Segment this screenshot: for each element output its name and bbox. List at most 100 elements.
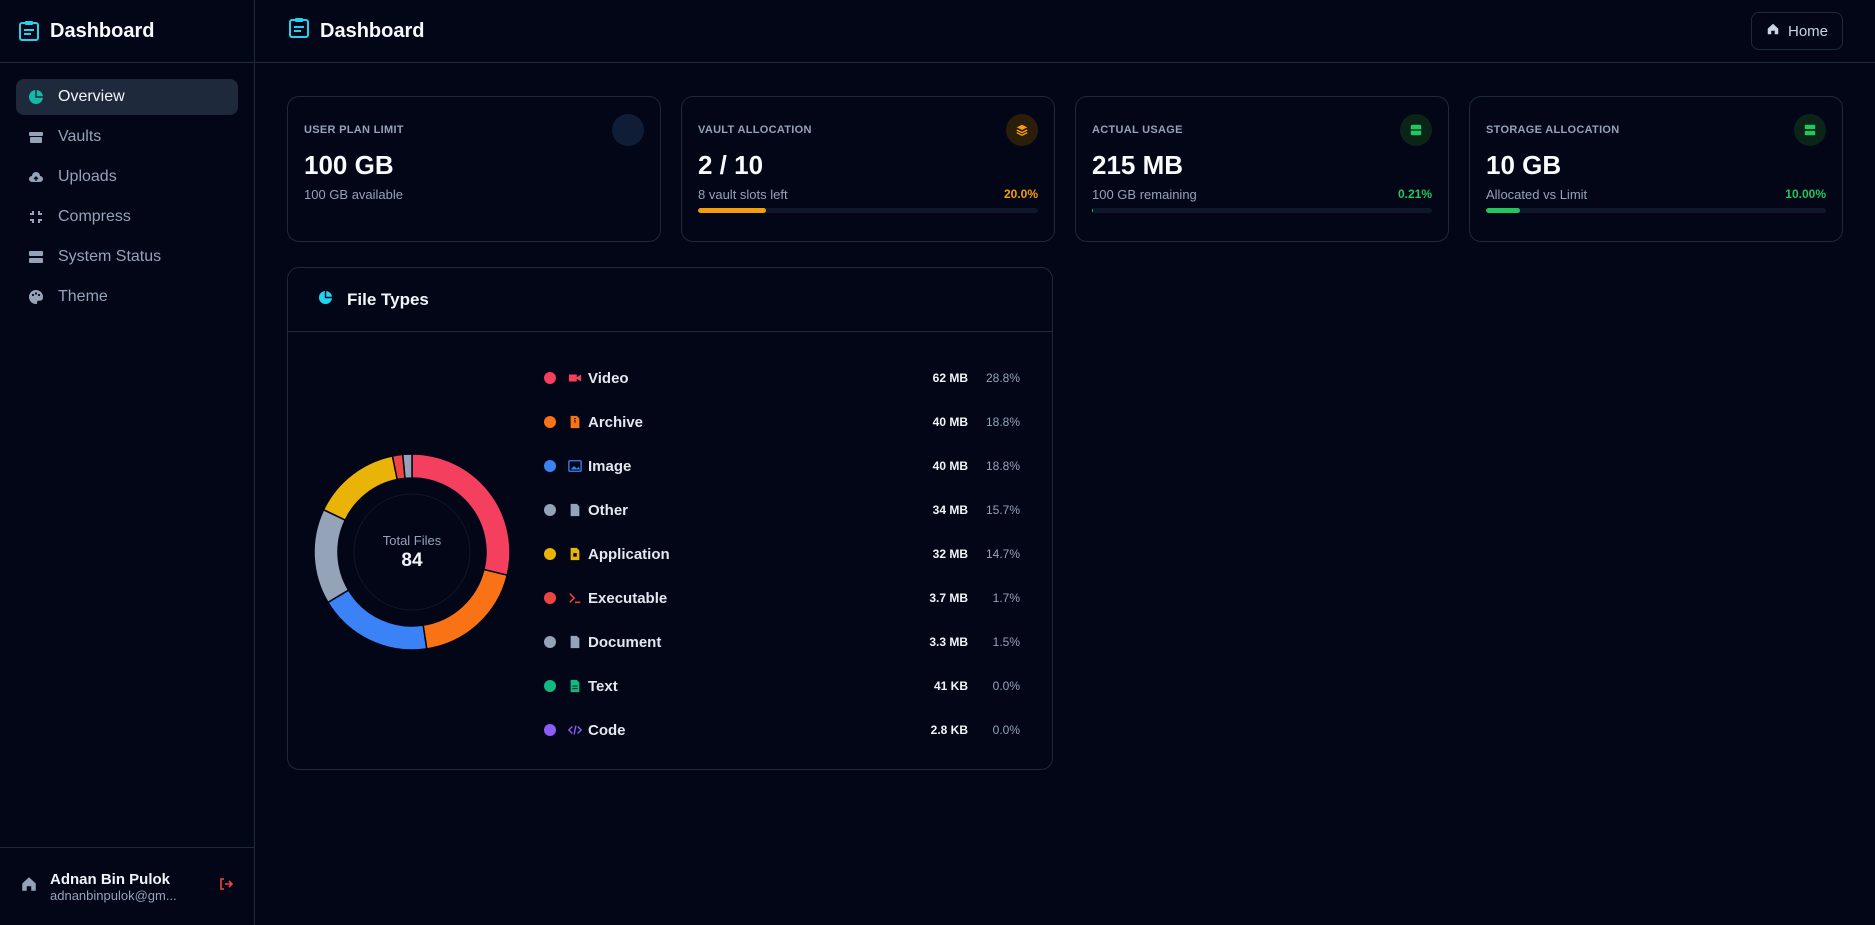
legend-row-archive: Archive 40 MB 18.8% — [544, 400, 1020, 444]
card-sub: 100 GB remaining — [1092, 187, 1197, 202]
legend-dot — [544, 460, 556, 472]
file-type-percent: 0.0% — [992, 723, 1020, 737]
file-type-name: Archive — [588, 413, 644, 431]
sidebar-item-vaults[interactable]: Vaults — [16, 119, 238, 155]
server-icon — [1794, 113, 1826, 146]
legend-row-application: Application 32 MB 14.7% — [544, 532, 1020, 576]
file-type-name: Document — [588, 633, 662, 651]
file-type-name: Image — [588, 457, 632, 475]
donut-slice-document[interactable] — [401, 453, 413, 480]
file-type-percent: 0.0% — [992, 679, 1020, 693]
stats-cards: USER PLAN LIMIT 100 GB 100 GB available … — [287, 96, 1843, 242]
home-icon — [1766, 22, 1780, 40]
file-type-percent: 1.5% — [992, 635, 1020, 649]
legend-row-other: Other 34 MB 15.7% — [544, 488, 1020, 532]
file-type-percent: 18.8% — [985, 459, 1020, 473]
card-label: VAULT ALLOCATION — [698, 123, 812, 136]
card-sub: Allocated vs Limit — [1486, 187, 1588, 202]
sidebar-item-label: Compress — [58, 208, 131, 225]
logout-icon[interactable] — [218, 876, 234, 897]
code-icon — [568, 723, 582, 737]
panel-title: File Types — [347, 289, 429, 309]
card-sub: 100 GB available — [304, 187, 404, 202]
terminal-icon — [568, 591, 582, 605]
legend-dot — [544, 724, 556, 736]
sidebar-nav: Overview Vaults Uploads Compress System … — [0, 63, 254, 847]
sidebar-item-label: Overview — [58, 88, 125, 105]
card-value: 100 GB — [304, 150, 394, 180]
file-type-size: 3.7 MB — [929, 591, 968, 605]
sidebar-item-label: Vaults — [58, 128, 102, 145]
sidebar-item-compress[interactable]: Compress — [16, 199, 238, 235]
file-icon — [568, 503, 582, 517]
sidebar-brand[interactable]: Dashboard — [0, 0, 254, 63]
file-type-name: Other — [588, 501, 629, 519]
home-button-label: Home — [1787, 22, 1828, 40]
donut-slice-application[interactable] — [322, 455, 399, 522]
file-type-name: Video — [588, 369, 629, 387]
file-type-size: 40 MB — [932, 415, 968, 429]
main-content: Dashboard Home USER PLAN LIMIT 100 GB 10… — [255, 0, 1875, 925]
file-type-percent: 28.8% — [985, 371, 1020, 385]
file-type-percent: 14.7% — [985, 547, 1020, 561]
server-icon — [28, 249, 44, 265]
sidebar-item-label: Uploads — [58, 168, 117, 185]
donut-value: 84 — [401, 549, 423, 571]
home-icon — [20, 875, 38, 898]
user-email: adnanbinpulok@gm... — [50, 887, 177, 903]
card-actual-usage: ACTUAL USAGE 215 MB 100 GB remaining 0.2… — [1075, 96, 1449, 242]
card-value: 10 GB — [1486, 150, 1562, 180]
progress-fill — [698, 208, 766, 213]
compress-icon — [28, 209, 44, 225]
card-storage-allocation: STORAGE ALLOCATION 10 GB Allocated vs Li… — [1469, 96, 1843, 242]
file-type-name: Application — [588, 545, 670, 563]
legend-dot — [544, 548, 556, 560]
donut-slice-archive[interactable] — [422, 568, 509, 650]
palette-icon — [28, 289, 44, 305]
storage-icon — [1400, 113, 1432, 146]
card-label: USER PLAN LIMIT — [304, 123, 404, 136]
legend-row-code: Code 2.8 KB 0.0% — [544, 708, 1020, 752]
archive-file-icon — [568, 415, 582, 429]
legend-row-document: Document 3.3 MB 1.5% — [544, 620, 1020, 664]
progress-bar — [698, 208, 1038, 213]
card-value: 215 MB — [1092, 150, 1184, 180]
card-percent: 0.21% — [1397, 187, 1432, 201]
card-vault-allocation: VAULT ALLOCATION 2 / 10 8 vault slots le… — [681, 96, 1055, 242]
card-sub: 8 vault slots left — [698, 187, 788, 202]
box-icon — [28, 129, 44, 145]
progress-fill — [1486, 208, 1520, 213]
file-type-size: 32 MB — [932, 547, 968, 561]
sidebar-item-system-status[interactable]: System Status — [16, 239, 238, 275]
cloud-upload-icon — [28, 169, 44, 185]
chart-pie-icon — [28, 89, 44, 105]
sidebar-item-uploads[interactable]: Uploads — [16, 159, 238, 195]
logo-icon — [288, 17, 310, 45]
sidebar-item-overview[interactable]: Overview — [16, 79, 238, 115]
file-type-percent: 18.8% — [985, 415, 1020, 429]
user-name: Adnan Bin Pulok — [50, 870, 170, 888]
text-file-icon — [568, 679, 582, 693]
document-icon — [568, 635, 582, 649]
donut-label: Total Files — [382, 532, 442, 548]
progress-bar — [1092, 208, 1432, 213]
file-types-panel: File Types Total Files 84 Video 62 MB 28.8… — [287, 267, 1053, 770]
layers-icon — [1006, 113, 1038, 146]
page-title: Dashboard — [288, 17, 424, 45]
file-type-name: Executable — [588, 589, 668, 607]
legend-row-executable: Executable 3.7 MB 1.7% — [544, 576, 1020, 620]
file-type-size: 34 MB — [932, 503, 968, 517]
user-profile: Adnan Bin Pulok adnanbinpulok@gm... — [0, 847, 254, 925]
legend-dot — [544, 416, 556, 428]
sidebar-item-label: Theme — [58, 288, 108, 305]
card-value: 2 / 10 — [698, 150, 764, 180]
file-type-size: 40 MB — [932, 459, 968, 473]
file-type-size: 3.3 MB — [929, 635, 968, 649]
progress-bar — [1486, 208, 1826, 213]
home-button[interactable]: Home — [1750, 12, 1843, 50]
donut-slice-other[interactable] — [313, 508, 350, 604]
legend-dot — [544, 636, 556, 648]
legend-dot — [544, 680, 556, 692]
brand-title: Dashboard — [50, 19, 155, 42]
sidebar-item-theme[interactable]: Theme — [16, 279, 238, 315]
